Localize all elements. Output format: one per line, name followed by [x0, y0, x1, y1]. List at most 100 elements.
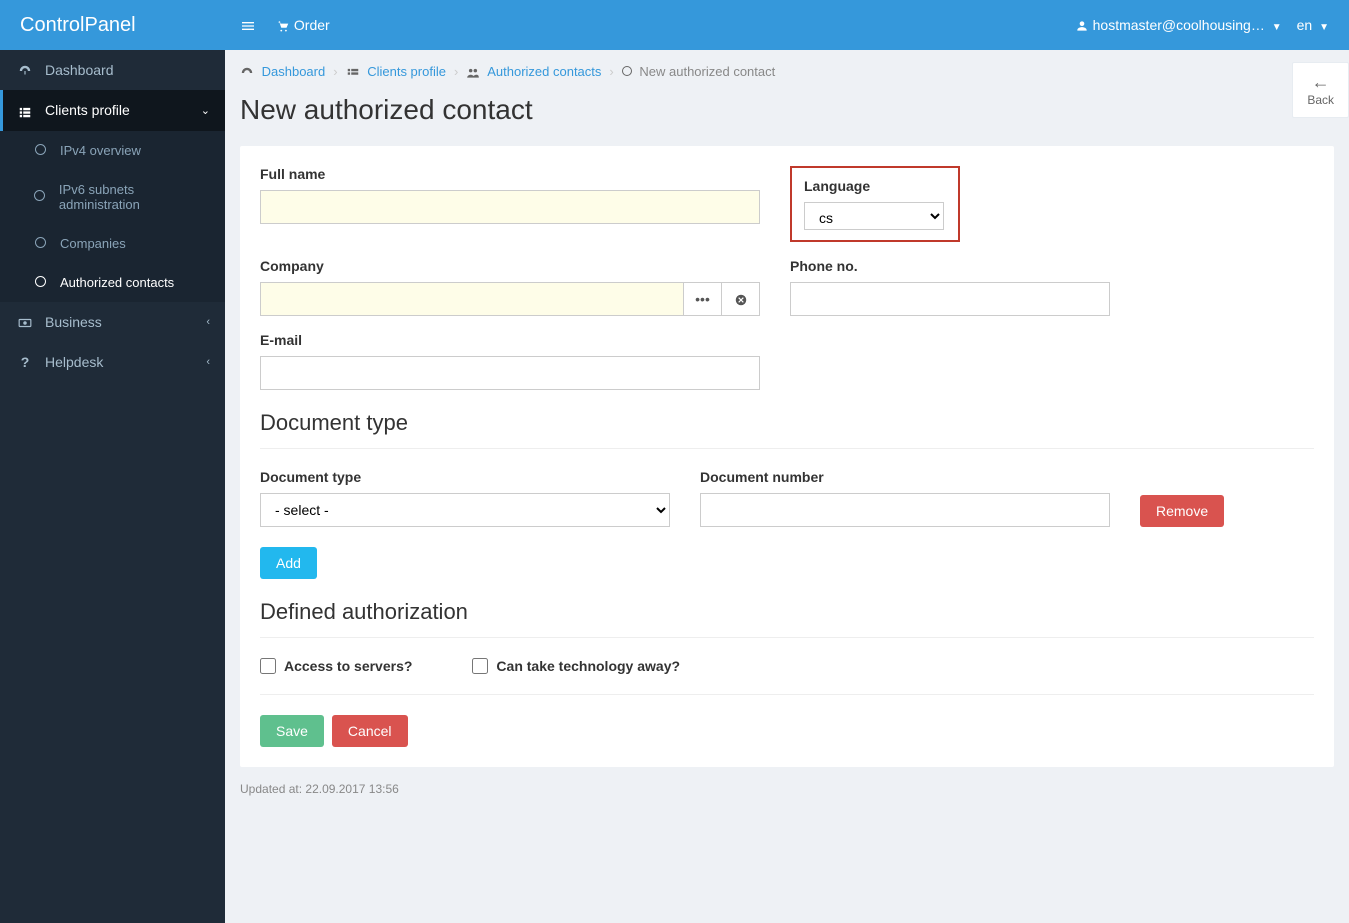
- company-label: Company: [260, 258, 760, 274]
- sidebar-item-dashboard[interactable]: Dashboard: [0, 50, 225, 90]
- topbar-right: hostmaster@coolhousing… ▼ en ▼: [1075, 17, 1349, 33]
- back-button[interactable]: ← Back: [1292, 62, 1349, 118]
- doc-type-select[interactable]: - select -: [260, 493, 670, 527]
- phone-input[interactable]: [790, 282, 1110, 316]
- breadcrumb-authorized-contacts[interactable]: Authorized contacts: [466, 64, 601, 80]
- sidebar-item-label: IPv6 subnets administration: [59, 182, 210, 212]
- money-icon: [15, 314, 35, 330]
- circle-icon: [622, 64, 632, 79]
- checkbox-label-text: Access to servers?: [284, 658, 412, 674]
- ellipsis-icon: •••: [695, 291, 710, 307]
- container: Dashboard Clients profile ⌄ IPv4 overvie…: [0, 50, 1349, 923]
- sidebar-item-companies[interactable]: Companies: [0, 224, 225, 263]
- doc-number-input[interactable]: [700, 493, 1110, 527]
- updated-value: 22.09.2017 13:56: [305, 782, 398, 796]
- user-menu[interactable]: hostmaster@coolhousing… ▼: [1075, 17, 1282, 33]
- phone-label: Phone no.: [790, 258, 1110, 274]
- document-type-section-title: Document type: [260, 410, 1314, 436]
- company-clear-button[interactable]: [722, 282, 760, 316]
- main: ← Back Dashboard › Clients profile › Aut…: [225, 50, 1349, 923]
- language-select[interactable]: cs: [804, 202, 944, 230]
- sidebar-item-ipv4[interactable]: IPv4 overview: [0, 131, 225, 170]
- lang-label: en: [1297, 17, 1313, 33]
- breadcrumb-current: New authorized contact: [622, 64, 775, 79]
- sidebar-item-business[interactable]: Business ‹: [0, 302, 225, 342]
- caret-down-icon: ▼: [1319, 22, 1329, 33]
- sidebar-item-authorized-contacts[interactable]: Authorized contacts: [0, 263, 225, 302]
- back-label: Back: [1307, 93, 1334, 107]
- breadcrumb: Dashboard › Clients profile › Authorized…: [240, 50, 1334, 94]
- form-panel: Full name Language cs Company: [240, 146, 1334, 767]
- footer: Updated at: 22.09.2017 13:56: [240, 767, 1334, 801]
- updated-label: Updated at:: [240, 782, 302, 796]
- order-link[interactable]: Order: [276, 17, 330, 33]
- breadcrumb-sep: ›: [333, 64, 337, 79]
- chevron-left-icon: ‹: [206, 316, 210, 328]
- dashboard-icon: [240, 64, 254, 79]
- breadcrumb-label: New authorized contact: [639, 64, 775, 79]
- defined-authorization-section-title: Defined authorization: [260, 599, 1314, 625]
- full-name-label: Full name: [260, 166, 760, 182]
- breadcrumb-clients-profile[interactable]: Clients profile: [346, 64, 446, 80]
- breadcrumb-label: Clients profile: [367, 64, 446, 79]
- company-lookup-button[interactable]: •••: [684, 282, 722, 316]
- sidebar-item-label: Authorized contacts: [60, 275, 174, 290]
- question-icon: ?: [15, 354, 35, 370]
- breadcrumb-sep: ›: [454, 64, 458, 79]
- email-input[interactable]: [260, 356, 760, 390]
- doc-number-label: Document number: [700, 469, 1110, 485]
- menu-toggle-icon[interactable]: [240, 16, 256, 33]
- access-servers-checkbox-label[interactable]: Access to servers?: [260, 658, 412, 674]
- take-tech-checkbox-label[interactable]: Can take technology away?: [472, 658, 680, 674]
- sidebar-item-label: Dashboard: [45, 62, 114, 78]
- sidebar-item-clients-profile[interactable]: Clients profile ⌄: [0, 90, 225, 130]
- sidebar: Dashboard Clients profile ⌄ IPv4 overvie…: [0, 50, 225, 923]
- sidebar-item-label: IPv4 overview: [60, 143, 141, 158]
- remove-button[interactable]: Remove: [1140, 495, 1224, 527]
- topbar-left: Order: [225, 16, 330, 33]
- lang-menu[interactable]: en ▼: [1297, 17, 1329, 33]
- breadcrumb-sep: ›: [609, 64, 613, 79]
- language-label: Language: [804, 178, 946, 194]
- add-button[interactable]: Add: [260, 547, 317, 579]
- caret-down-icon: ▼: [1272, 22, 1282, 33]
- chevron-left-icon: ‹: [206, 356, 210, 368]
- clear-icon: [734, 290, 748, 306]
- access-servers-checkbox[interactable]: [260, 658, 276, 674]
- brand[interactable]: ControlPanel: [0, 0, 225, 50]
- users-icon: [466, 64, 480, 79]
- cancel-button[interactable]: Cancel: [332, 715, 408, 747]
- arrow-left-icon: ←: [1307, 73, 1334, 91]
- checkbox-label-text: Can take technology away?: [496, 658, 680, 674]
- dashboard-icon: [15, 62, 35, 78]
- chevron-down-icon: ⌄: [201, 104, 210, 117]
- doc-type-label: Document type: [260, 469, 670, 485]
- sidebar-item-helpdesk[interactable]: ? Helpdesk ‹: [0, 342, 225, 382]
- topbar: ControlPanel Order hostmaster@coolhousin…: [0, 0, 1349, 50]
- breadcrumb-dashboard[interactable]: Dashboard: [240, 64, 325, 80]
- user-label: hostmaster@coolhousing…: [1093, 17, 1265, 33]
- company-input[interactable]: [260, 282, 684, 316]
- sidebar-item-label: Business: [45, 314, 102, 330]
- sidebar-item-label: Clients profile: [45, 102, 130, 118]
- circle-icon: [30, 143, 50, 158]
- sidebar-submenu: IPv4 overview IPv6 subnets administratio…: [0, 131, 225, 302]
- email-label: E-mail: [260, 332, 760, 348]
- breadcrumb-label: Dashboard: [262, 64, 326, 79]
- sidebar-item-label: Helpdesk: [45, 354, 103, 370]
- breadcrumb-label: Authorized contacts: [487, 64, 601, 79]
- order-label: Order: [294, 17, 330, 33]
- language-highlight-box: Language cs: [790, 166, 960, 242]
- circle-icon: [30, 275, 50, 290]
- divider: [260, 448, 1314, 449]
- list-icon: [346, 64, 360, 79]
- circle-icon: [30, 189, 49, 204]
- page-title: New authorized contact: [240, 94, 1334, 126]
- circle-icon: [30, 236, 50, 251]
- sidebar-item-label: Companies: [60, 236, 126, 251]
- full-name-input[interactable]: [260, 190, 760, 224]
- sidebar-item-ipv6[interactable]: IPv6 subnets administration: [0, 170, 225, 224]
- save-button[interactable]: Save: [260, 715, 324, 747]
- take-tech-checkbox[interactable]: [472, 658, 488, 674]
- divider: [260, 637, 1314, 638]
